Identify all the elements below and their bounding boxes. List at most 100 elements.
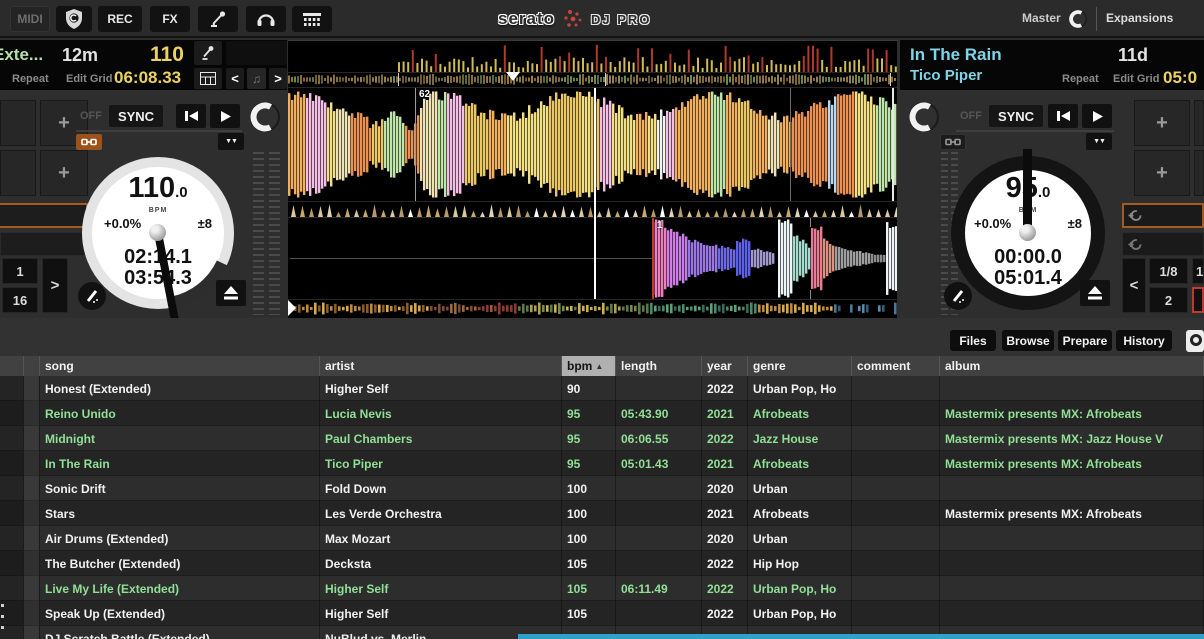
table-row[interactable]: Honest (Extended)Higher Self902022Urban …: [0, 376, 1204, 401]
column-header-length[interactable]: length: [616, 356, 702, 376]
deck-left-keylock-button[interactable]: [76, 134, 102, 150]
row-preview-cell[interactable]: [24, 626, 40, 639]
deck-left-filter-knob[interactable]: [246, 98, 284, 136]
horizontal-scrollbar[interactable]: [518, 634, 1204, 639]
tab-browse[interactable]: Browse: [1002, 330, 1054, 351]
deck-right-loop-size-button[interactable]: 1/8: [1149, 258, 1188, 284]
deck-left-play-button[interactable]: [210, 104, 240, 128]
column-header-genre[interactable]: genre: [748, 356, 852, 376]
deck-right-loop-beats-button[interactable]: 2: [1149, 287, 1188, 313]
deck-right-main-waveform[interactable]: [288, 218, 897, 299]
tab-history[interactable]: History: [1116, 330, 1172, 351]
row-preview-cell[interactable]: [24, 376, 40, 401]
deck-right-edit-grid-icon-button[interactable]: [944, 282, 972, 310]
sampler-button[interactable]: [292, 6, 332, 32]
row-preview-cell[interactable]: [24, 526, 40, 551]
tab-files[interactable]: Files: [950, 330, 996, 351]
table-row[interactable]: Speak Up (Extended)Higher Self1052022Urb…: [0, 601, 1204, 626]
row-preview-cell[interactable]: [24, 426, 40, 451]
table-row[interactable]: In The RainTico Piper9505:01.432021Afrob…: [0, 451, 1204, 476]
deck-right-play-button[interactable]: [1082, 104, 1112, 128]
deck-left-eject-button[interactable]: [216, 280, 246, 306]
deck-left-grid-edit-button[interactable]: [194, 68, 222, 89]
column-header-song[interactable]: song: [40, 356, 320, 376]
deck-right-loop-active-slot[interactable]: [1192, 287, 1204, 313]
library-side-button[interactable]: [1186, 330, 1204, 352]
deck-right-loop-prev-button[interactable]: <: [1122, 258, 1146, 313]
column-header-album[interactable]: album: [940, 356, 1204, 376]
track-overview-strip-top[interactable]: [288, 73, 897, 86]
row-preview-cell[interactable]: [24, 601, 40, 626]
expansions-label[interactable]: Expansions: [1106, 11, 1173, 25]
deck-left-saved-loop-slot-active[interactable]: [0, 203, 88, 228]
column-header-bpm[interactable]: bpm▲: [562, 356, 616, 376]
deck-left-main-waveform[interactable]: [288, 88, 897, 201]
deck-right-eject-button[interactable]: [1080, 280, 1110, 306]
column-header-comment[interactable]: comment: [852, 356, 940, 376]
deck-right-hotcue-add-button[interactable]: +: [1134, 100, 1190, 146]
mic-panel-button[interactable]: [198, 6, 238, 32]
deck-left-mic-button[interactable]: [194, 41, 222, 65]
row-preview-cell[interactable]: [24, 401, 40, 426]
tab-prepare[interactable]: Prepare: [1058, 330, 1112, 351]
deck-left-loop-in-button[interactable]: 1: [2, 258, 38, 284]
deck-left-tempo-range-button[interactable]: ▼▼: [218, 133, 244, 150]
deck-left-prev-marker-button[interactable]: <: [226, 68, 244, 89]
deck-left-edit-grid-button[interactable]: Edit Grid: [66, 73, 112, 85]
deck-left-pitch-slider[interactable]: [253, 152, 264, 315]
deck-right-hotcue-slot[interactable]: [1194, 150, 1204, 196]
deck-right-saved-loop-slot[interactable]: [1122, 232, 1204, 256]
deck-left-sync-button[interactable]: SYNC: [108, 104, 164, 128]
row-preview-cell[interactable]: [24, 476, 40, 501]
deck-left-edit-grid-icon-button[interactable]: [78, 282, 106, 310]
deck-left-next-marker-button[interactable]: >: [269, 68, 287, 89]
deck-left-cue-prev-button[interactable]: [176, 104, 206, 128]
track-overview-strip-bottom[interactable]: [288, 300, 897, 317]
deck-left-note-button[interactable]: ♫: [247, 68, 266, 89]
fx-button[interactable]: FX: [150, 6, 190, 32]
deck-right-loop-extra-button[interactable]: 1: [1192, 258, 1204, 284]
deck-left-loop-next-button[interactable]: >: [42, 258, 68, 313]
grip-dot: [1, 626, 4, 629]
deck-right-tempo-range-button[interactable]: ▼▼: [1086, 133, 1112, 150]
master-knob[interactable]: [1066, 7, 1090, 31]
deck-left-saved-loop-slot[interactable]: [0, 232, 88, 256]
deck-right-filter-knob[interactable]: [905, 98, 943, 136]
column-header-year[interactable]: year: [702, 356, 748, 376]
deck-left-hotcue-slot[interactable]: [0, 150, 36, 196]
practice-mode-button[interactable]: [56, 6, 92, 32]
rec-button[interactable]: REC: [98, 6, 142, 32]
table-row[interactable]: Sonic DriftFold Down1002020Urban: [0, 476, 1204, 501]
deck-right-hotcue-add-button[interactable]: +: [1134, 150, 1190, 196]
deck-left-repeat-button[interactable]: Repeat: [12, 73, 49, 85]
deck-left-sync-off-button[interactable]: OFF: [76, 106, 106, 126]
row-preview-cell[interactable]: [24, 501, 40, 526]
midi-button[interactable]: MIDI: [10, 6, 50, 32]
deck-right-sync-button[interactable]: SYNC: [988, 104, 1044, 128]
table-row[interactable]: Reino UnidoLucia Nevis9505:43.902021Afro…: [0, 401, 1204, 426]
beat-spikes-strip[interactable]: [288, 41, 897, 72]
deck-right-cue-prev-button[interactable]: [1048, 104, 1078, 128]
row-preview-cell[interactable]: [24, 451, 40, 476]
table-row[interactable]: Live My Life (Extended)Higher Self10506:…: [0, 576, 1204, 601]
table-row[interactable]: The Butcher (Extended)Decksta1052022Hip …: [0, 551, 1204, 576]
row-preview-cell[interactable]: [24, 576, 40, 601]
deck-left-pitch-slider-scale[interactable]: [269, 152, 280, 315]
deck-right-edit-grid-button[interactable]: Edit Grid: [1113, 73, 1159, 85]
deck-right-saved-loop-slot-active[interactable]: [1122, 203, 1204, 228]
table-row[interactable]: MidnightPaul Chambers9506:06.552022Jazz …: [0, 426, 1204, 451]
column-header-artist[interactable]: artist: [320, 356, 562, 376]
deck-left-loop-out-button[interactable]: 16: [2, 287, 38, 313]
cell-bpm: 100: [562, 476, 616, 501]
table-row[interactable]: StarsLes Verde Orchestra1002021Afrobeats…: [0, 501, 1204, 526]
cue-monitor-button[interactable]: [246, 6, 286, 32]
deck-right-hotcue-slot[interactable]: [1194, 100, 1204, 146]
deck-right-keylock-button[interactable]: [940, 134, 966, 150]
cell-bpm: 105: [562, 576, 616, 601]
row-preview-cell[interactable]: [24, 551, 40, 576]
table-row[interactable]: Air Drums (Extended)Max Mozart1002020Urb…: [0, 526, 1204, 551]
deck-left-hotcue-slot[interactable]: [0, 100, 36, 146]
deck-right-repeat-button[interactable]: Repeat: [1062, 73, 1099, 85]
deck-right-sync-off-button[interactable]: OFF: [956, 106, 986, 126]
cell-year: 2022: [702, 376, 748, 401]
